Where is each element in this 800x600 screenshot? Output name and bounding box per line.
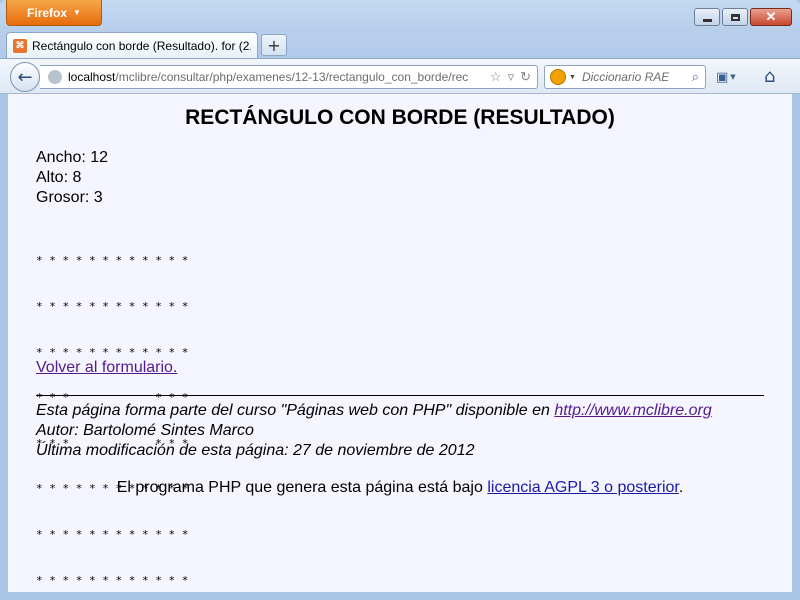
navigation-toolbar: ← localhost/mclibre/consultar/php/examen… xyxy=(0,58,800,94)
globe-icon xyxy=(48,70,62,84)
search-bar[interactable]: ▼ Diccionario RAE ⌕ xyxy=(544,65,706,89)
url-text: localhost/mclibre/consultar/php/examenes… xyxy=(68,70,484,84)
firefox-menu-label: Firefox xyxy=(27,5,68,20)
mclibre-link[interactable]: http://www.mclibre.org xyxy=(554,402,711,419)
grid-row: * * * * * * * * * * * * xyxy=(36,254,189,268)
maximize-icon xyxy=(730,13,740,21)
bookmarks-menu-button[interactable]: ▣ ▼ xyxy=(716,67,748,87)
parameters: Ancho: 12 Alto: 8 Grosor: 3 xyxy=(36,148,108,208)
home-icon: ⌂ xyxy=(764,66,776,87)
tab-active[interactable]: ⌘ Rectángulo con borde (Resultado). for … xyxy=(6,32,258,58)
minimize-button[interactable] xyxy=(694,8,720,26)
engine-dropdown-icon[interactable]: ▼ xyxy=(569,74,576,81)
url-host: localhost xyxy=(68,70,116,84)
footer: Esta página forma parte del curso "Págin… xyxy=(36,401,712,461)
back-button[interactable]: ← xyxy=(10,62,40,92)
footer-course-text: Esta página forma parte del curso "Págin… xyxy=(36,402,555,419)
tab-title: Rectángulo con borde (Resultado). for (2… xyxy=(32,38,251,53)
grid-row: * * * * * * * * * * * * xyxy=(36,345,189,359)
new-tab-button[interactable]: + xyxy=(261,34,287,56)
browser-window: Firefox ▼ ✕ ⌘ Rectángulo con borde (Resu… xyxy=(0,0,800,600)
footer-line-modified: Última modificación de esta página: 27 d… xyxy=(36,442,475,459)
chevron-down-icon: ▼ xyxy=(730,73,736,81)
param-height: Alto: 8 xyxy=(36,169,82,186)
page-title: RECTÁNGULO CON BORDE (RESULTADO) xyxy=(185,106,615,129)
footer-line-course: Esta página forma parte del curso "Págin… xyxy=(36,401,712,421)
minimize-icon xyxy=(702,18,712,22)
chevron-down-icon: ▼ xyxy=(73,8,81,17)
divider xyxy=(36,395,764,396)
close-window-button[interactable]: ✕ xyxy=(750,8,792,26)
xampp-favicon-icon: ⌘ xyxy=(13,38,27,53)
license-end: . xyxy=(678,479,684,496)
search-icon[interactable]: ⌕ xyxy=(692,69,699,85)
url-bar[interactable]: localhost/mclibre/consultar/php/examenes… xyxy=(40,65,538,89)
param-width: Ancho: 12 xyxy=(36,149,109,166)
plus-icon: + xyxy=(267,35,281,55)
back-to-form-link-wrap: Volver al formulario. xyxy=(36,359,177,377)
grid-row: * * * * * * * * * * * * xyxy=(36,300,189,314)
url-bar-icons: ☆ ▿ ↻ xyxy=(484,69,537,85)
license-link[interactable]: licencia AGPL 3 o posterior xyxy=(487,479,679,496)
param-thickness: Grosor: 3 xyxy=(36,189,103,206)
firefox-menu-button[interactable]: Firefox ▼ xyxy=(6,0,102,26)
history-dropdown-icon[interactable]: ▿ xyxy=(508,69,515,85)
maximize-button[interactable] xyxy=(722,8,748,26)
reload-icon[interactable]: ↻ xyxy=(520,69,531,85)
page-content: RECTÁNGULO CON BORDE (RESULTADO) Ancho: … xyxy=(8,94,792,592)
window-controls: ✕ xyxy=(694,8,792,26)
license-notice: El programa PHP que genera esta página e… xyxy=(8,479,792,497)
license-text: El programa PHP que genera esta página e… xyxy=(116,479,488,496)
home-button[interactable]: ⌂ xyxy=(764,66,775,87)
tab-bar: ⌘ Rectángulo con borde (Resultado). for … xyxy=(6,30,287,58)
url-path: /mclibre/consultar/php/examenes/12-13/re… xyxy=(115,70,469,84)
bookmarks-icon: ▣ xyxy=(716,69,729,85)
search-engine-icon[interactable] xyxy=(550,69,566,85)
footer-line-author: Autor: Bartolomé Sintes Marco xyxy=(36,422,254,439)
back-to-form-link[interactable]: Volver al formulario. xyxy=(36,359,177,376)
bookmark-star-icon[interactable]: ☆ xyxy=(490,69,502,85)
grid-row: * * * * * * * * * * * * xyxy=(36,528,189,542)
grid-row: * * * * * * * * * * * * xyxy=(36,573,189,587)
search-input[interactable]: Diccionario RAE xyxy=(582,70,692,84)
close-icon: ✕ xyxy=(765,9,777,24)
back-arrow-icon: ← xyxy=(17,66,33,88)
